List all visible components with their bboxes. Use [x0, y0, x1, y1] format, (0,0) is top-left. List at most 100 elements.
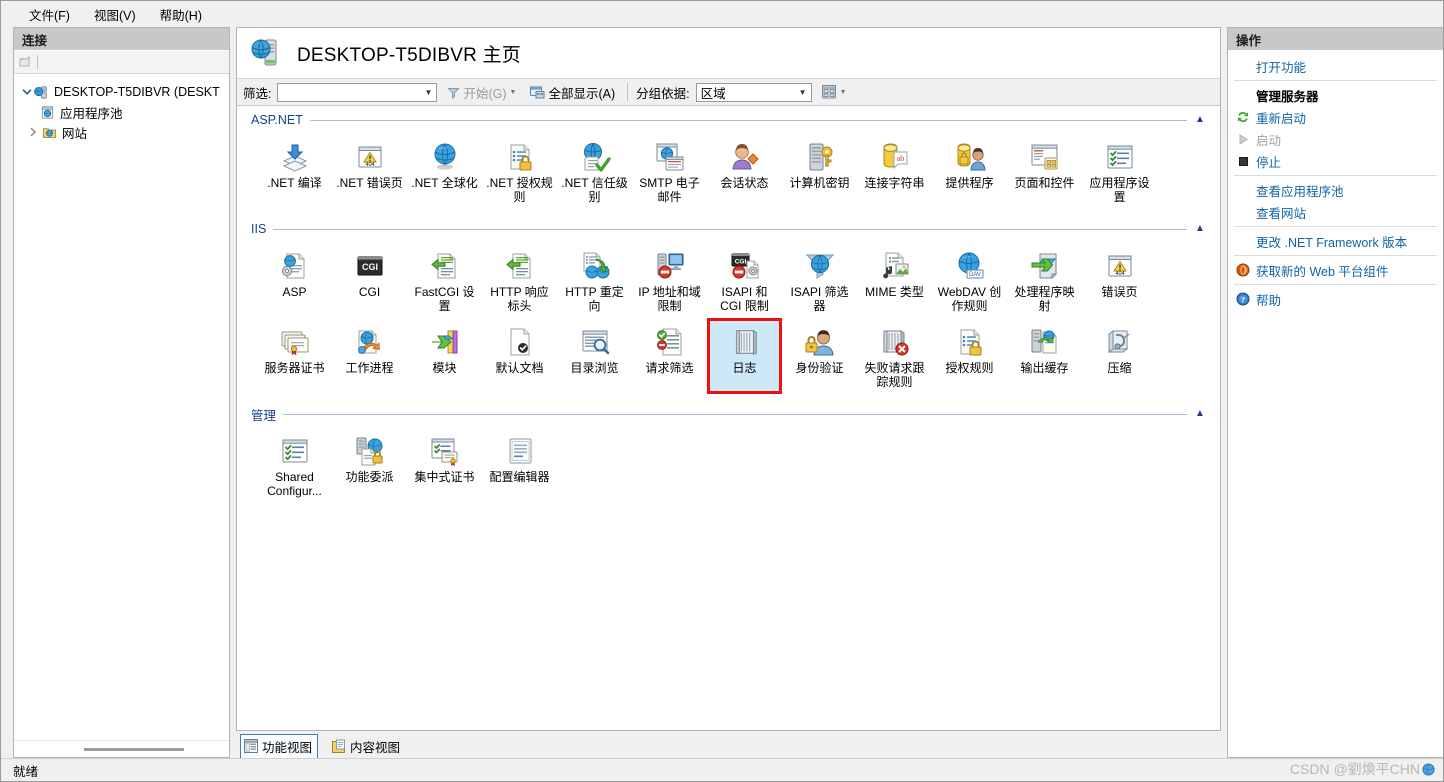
- tab-features-view[interactable]: 功能视图: [240, 733, 319, 759]
- action-help[interactable]: ? 帮助: [1228, 288, 1443, 310]
- feature-tile-error-pages[interactable]: 404 错误页: [1082, 242, 1157, 318]
- feature-tile-session-state[interactable]: 会话状态: [707, 133, 782, 209]
- show-all-button[interactable]: 全部显示(A): [526, 82, 619, 103]
- status-bar: 就绪 CSDN @劉煥平CHN: [1, 758, 1443, 781]
- feature-tile-server-certificates[interactable]: 服务器证书: [257, 318, 332, 394]
- feature-tile-cgi[interactable]: CGI CGI: [332, 242, 407, 318]
- feature-tile-shared-configuration[interactable]: Shared Configur...: [257, 427, 332, 503]
- view-mode-button[interactable]: ▼: [818, 84, 851, 100]
- chevron-down-icon[interactable]: [20, 85, 34, 99]
- feature-tile-net-error-pages[interactable]: 404 .NET 错误页: [332, 133, 407, 209]
- feature-tile-machine-key[interactable]: 计算机密钥: [782, 133, 857, 209]
- feature-tile-compression[interactable]: 压缩: [1082, 318, 1157, 394]
- tile-label: ISAPI 和 CGI 限制: [720, 285, 769, 313]
- feature-tile-http-redirect[interactable]: HTTP 重定向: [557, 242, 632, 318]
- show-all-label: 全部显示(A): [548, 86, 616, 101]
- feature-tile-webdav-authoring-rules[interactable]: DAV WebDAV 创作规则: [932, 242, 1007, 318]
- action-open-feature[interactable]: 打开功能: [1228, 55, 1443, 77]
- action-stop[interactable]: 停止: [1228, 150, 1443, 172]
- action-view-app-pools[interactable]: 查看应用程序池: [1228, 179, 1443, 201]
- action-restart[interactable]: 重新启动: [1228, 106, 1443, 128]
- feature-tile-net-globalization[interactable]: .NET 全球化: [407, 133, 482, 209]
- feature-tile-output-caching[interactable]: 输出缓存: [1007, 318, 1082, 394]
- application-settings-icon: [1103, 140, 1137, 174]
- tile-label: 默认文档: [495, 361, 544, 375]
- feature-tile-logging[interactable]: 日志: [707, 318, 782, 394]
- feature-tile-feature-delegation[interactable]: 功能委派: [332, 427, 407, 503]
- feature-tile-http-response-headers[interactable]: HTTP 响应标头: [482, 242, 557, 318]
- actions-divider: [1234, 80, 1437, 81]
- action-manage-server-label: 管理服务器: [1256, 89, 1319, 104]
- tree-item-sites[interactable]: 网站: [14, 122, 229, 142]
- feature-tile-isapi-cgi-restrictions[interactable]: CGI ISAPI 和 CGI 限制: [707, 242, 782, 318]
- action-help-label: 帮助: [1256, 293, 1282, 308]
- feature-group-aspnet: ASP.NET ▲ .NET 编译 404 .NET 错误页 .NET 全球化 …: [237, 106, 1220, 215]
- tile-label: IP 地址和域限制: [638, 285, 701, 313]
- feature-tile-net-trust-levels[interactable]: .NET 信任级别: [557, 133, 632, 209]
- connections-header: 连接: [14, 28, 229, 51]
- tab-content-view[interactable]: 内容视图: [328, 734, 406, 759]
- feature-tile-handler-mappings[interactable]: 处理程序映射: [1007, 242, 1082, 318]
- feature-tile-authorization-rules[interactable]: 授权规则: [932, 318, 1007, 394]
- menu-help[interactable]: 帮助(H): [148, 2, 214, 27]
- feature-tile-failed-request-tracing-rules[interactable]: 失败请求跟踪规则: [857, 318, 932, 394]
- tree-item-sites-label: 网站: [62, 126, 88, 141]
- directory-browsing-icon: [578, 325, 612, 359]
- menu-file[interactable]: 文件(F): [17, 2, 82, 27]
- connect-icon[interactable]: [18, 55, 33, 69]
- group-by-select[interactable]: 区域 ▼: [695, 82, 812, 102]
- features-scroll-gutter[interactable]: [1205, 106, 1220, 730]
- feature-tile-pages-and-controls[interactable]: 页面和控件: [1007, 133, 1082, 209]
- feature-tile-fastcgi-settings[interactable]: FastCGI 设置: [407, 242, 482, 318]
- feature-tile-ip-address-domain-restrictions[interactable]: IP 地址和域限制: [632, 242, 707, 318]
- feature-tile-worker-processes[interactable]: 工作进程: [332, 318, 407, 394]
- feature-tile-application-settings[interactable]: 应用程序设置: [1082, 133, 1157, 209]
- feature-tile-mime-types[interactable]: MIME 类型: [857, 242, 932, 318]
- tree-item-app-pools[interactable]: 应用程序池: [14, 102, 229, 122]
- chevron-right-icon[interactable]: [26, 125, 40, 139]
- chevron-down-icon[interactable]: ▼: [795, 88, 811, 97]
- feature-tile-request-filtering[interactable]: 请求筛选: [632, 318, 707, 394]
- chevron-down-icon[interactable]: ▼: [510, 89, 517, 96]
- scroll-thumb[interactable]: [84, 748, 184, 751]
- tile-label: .NET 全球化: [411, 176, 478, 190]
- tile-label: 处理程序映射: [1014, 285, 1075, 313]
- status-text: 就绪: [13, 764, 39, 779]
- feature-tile-net-authorization-rules[interactable]: .NET 授权规则: [482, 133, 557, 209]
- connections-horizontal-scrollbar[interactable]: [14, 740, 229, 757]
- session-state-icon: [728, 140, 762, 174]
- tile-label: 页面和控件: [1014, 176, 1075, 190]
- start-filter-button[interactable]: 开始(G) ▼: [443, 82, 520, 103]
- feature-tile-directory-browsing[interactable]: 目录浏览: [557, 318, 632, 394]
- action-stop-label: 停止: [1256, 155, 1282, 170]
- main-panes: 连接 DESKTOP-T5DIBVR (DESKT 应用程序池 网站 DESKT…: [1, 27, 1443, 759]
- feature-tile-net-compilation[interactable]: .NET 编译: [257, 133, 332, 209]
- action-get-web-platform[interactable]: 获取新的 Web 平台组件: [1228, 259, 1443, 281]
- webdav-authoring-rules-icon: DAV: [953, 249, 987, 283]
- tile-label: 服务器证书: [264, 361, 325, 375]
- chevron-down-icon[interactable]: ▼: [840, 89, 847, 96]
- action-view-sites[interactable]: 查看网站: [1228, 201, 1443, 223]
- filter-input[interactable]: ▼: [277, 82, 438, 102]
- action-view-app-pools-label: 查看应用程序池: [1256, 184, 1344, 199]
- feature-tile-modules[interactable]: 模块: [407, 318, 482, 394]
- feature-tile-asp[interactable]: ASP: [257, 242, 332, 318]
- group-divider: [273, 228, 1187, 230]
- svg-text:?: ?: [1241, 294, 1245, 304]
- feature-tile-configuration-editor[interactable]: 配置编辑器: [482, 427, 557, 503]
- feature-tile-providers[interactable]: 提供程序: [932, 133, 1007, 209]
- feature-tile-connection-strings[interactable]: ab 连接字符串: [857, 133, 932, 209]
- group-tiles: ASP CGI CGI FastCGI 设置 HTTP 响应标头 HTTP 重定…: [251, 238, 1206, 400]
- isapi-cgi-restrictions-icon: CGI: [728, 249, 762, 283]
- action-change-dotnet-version[interactable]: 更改 .NET Framework 版本: [1228, 230, 1443, 252]
- feature-tile-default-document[interactable]: 默认文档: [482, 318, 557, 394]
- tree-item-server[interactable]: DESKTOP-T5DIBVR (DESKT: [14, 82, 229, 102]
- feature-tile-isapi-filters[interactable]: ISAPI 筛选器: [782, 242, 857, 318]
- feature-tile-centralized-certificates[interactable]: 集中式证书: [407, 427, 482, 503]
- feature-tile-smtp-email[interactable]: SMTP 电子邮件: [632, 133, 707, 209]
- pages-and-controls-icon: [1028, 140, 1062, 174]
- ip-address-domain-restrictions-icon: [653, 249, 687, 283]
- feature-tile-authentication[interactable]: 身份验证: [782, 318, 857, 394]
- menu-view[interactable]: 视图(V): [82, 2, 148, 27]
- chevron-down-icon[interactable]: ▼: [420, 88, 436, 97]
